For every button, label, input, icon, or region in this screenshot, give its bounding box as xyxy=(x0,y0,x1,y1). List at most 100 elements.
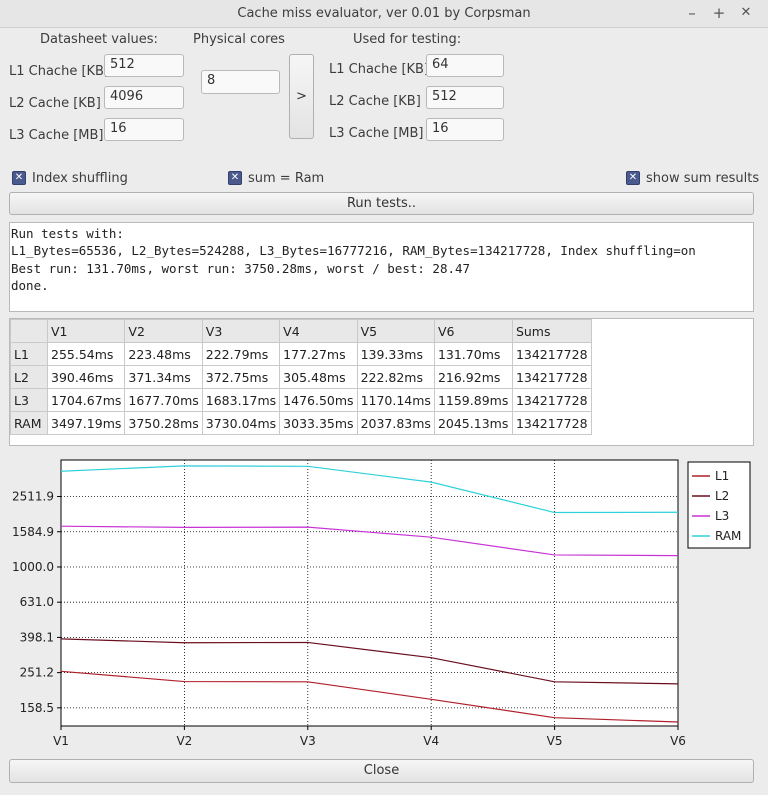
x-tick-label: V6 xyxy=(670,734,686,748)
legend-label: RAM xyxy=(715,529,741,543)
y-tick-label: 2511.9 xyxy=(12,490,54,504)
table-cell: 1170.14ms xyxy=(356,388,435,412)
row-header: L3 xyxy=(10,388,48,412)
testing-l3-input[interactable]: 16 xyxy=(426,118,504,141)
table-cell: 134217728 xyxy=(511,411,592,435)
table-cell: 134217728 xyxy=(511,388,592,412)
x-tick-label: V2 xyxy=(176,734,192,748)
table-cell: 2037.83ms xyxy=(356,411,435,435)
timing-chart: 2511.9 1584.9 1000.0 631.0 398.1 251.2 158.5 V1… xyxy=(9,453,754,753)
log-line: done. xyxy=(11,277,49,293)
x-tick-label: V4 xyxy=(423,734,439,748)
table-row[interactable]: RAM 3497.19ms 3750.28ms 3730.04ms 3033.3… xyxy=(10,411,592,435)
physical-cores-input[interactable]: 8 xyxy=(201,70,280,94)
table-cell: 1677.70ms xyxy=(124,388,203,412)
copy-values-button[interactable]: > xyxy=(289,54,314,139)
plot-area xyxy=(60,459,679,727)
table-row[interactable]: L2 390.46ms 371.34ms 372.75ms 305.48ms 2… xyxy=(10,365,592,389)
results-table: V1 V2 V3 V4 V5 V6 Sums L1 255.54ms 223.4… xyxy=(10,319,592,435)
y-tick-label: 1000.0 xyxy=(12,560,54,574)
y-tick-label: 631.0 xyxy=(20,595,54,609)
log-line: L1_Bytes=65536, L2_Bytes=524288, L3_Byte… xyxy=(11,243,696,259)
table-cell: 2045.13ms xyxy=(433,411,513,435)
minimize-button[interactable]: – xyxy=(683,4,701,22)
table-cell: 223.48ms xyxy=(124,342,203,366)
datasheet-l2-input[interactable]: 4096 xyxy=(104,86,184,109)
table-cell: 1704.67ms xyxy=(46,388,126,412)
header-cell: V1 xyxy=(46,319,126,343)
show-sum-label[interactable]: show sum results xyxy=(646,171,759,186)
table-cell: 390.46ms xyxy=(46,365,126,389)
datasheet-l1-label: L1 Chache [KB] xyxy=(9,64,110,79)
table-cell: 372.75ms xyxy=(201,365,281,389)
table-cell: 134217728 xyxy=(511,342,592,366)
physical-cores-label: Physical cores xyxy=(193,32,285,47)
table-cell: 255.54ms xyxy=(46,342,126,366)
y-tick-label: 158.5 xyxy=(20,701,54,715)
table-cell: 3750.28ms xyxy=(124,411,203,435)
x-tick-label: V5 xyxy=(547,734,563,748)
row-header: L1 xyxy=(10,342,48,366)
testing-l1-input[interactable]: 64 xyxy=(426,54,504,77)
x-tick-label: V3 xyxy=(300,734,316,748)
sum-ram-label[interactable]: sum = Ram xyxy=(248,171,324,186)
table-cell: 1683.17ms xyxy=(201,388,281,412)
x-tick-label: V1 xyxy=(53,734,69,748)
table-row[interactable]: L1 255.54ms 223.48ms 222.79ms 177.27ms 1… xyxy=(10,342,592,366)
table-header-row: V1 V2 V3 V4 V5 V6 Sums xyxy=(10,319,592,343)
timing-chart-svg: 2511.9 1584.9 1000.0 631.0 398.1 251.2 158.5 V1… xyxy=(12,459,751,748)
maximize-button[interactable]: + xyxy=(710,4,728,22)
y-tick-label: 398.1 xyxy=(20,630,54,644)
row-header: L2 xyxy=(10,365,48,389)
y-tick-label: 1584.9 xyxy=(12,525,54,539)
table-cell: 177.27ms xyxy=(279,342,358,366)
results-grid[interactable]: V1 V2 V3 V4 V5 V6 Sums L1 255.54ms 223.4… xyxy=(9,318,754,446)
table-cell: 305.48ms xyxy=(279,365,358,389)
table-cell: 216.92ms xyxy=(433,365,513,389)
y-tick-label: 251.2 xyxy=(20,666,54,680)
close-button[interactable]: Close xyxy=(9,759,754,783)
header-cell: Sums xyxy=(511,319,592,343)
header-cell: V5 xyxy=(356,319,435,343)
header-cell: V3 xyxy=(201,319,281,343)
table-cell: 3730.04ms xyxy=(201,411,281,435)
table-cell: 139.33ms xyxy=(356,342,435,366)
table-cell: 222.82ms xyxy=(356,365,435,389)
datasheet-l1-input[interactable]: 512 xyxy=(104,54,184,77)
table-cell: 3033.35ms xyxy=(279,411,358,435)
header-cell: V6 xyxy=(433,319,513,343)
testing-l3-label: L3 Cache [MB] xyxy=(329,126,424,141)
index-shuffling-label[interactable]: Index shuffling xyxy=(32,171,128,186)
run-tests-button[interactable]: Run tests.. xyxy=(9,192,754,215)
log-line: Run tests with: xyxy=(11,226,124,241)
datasheet-l3-input[interactable]: 16 xyxy=(104,118,184,141)
log-line: Best run: 131.70ms, worst run: 3750.28ms… xyxy=(11,260,471,276)
testing-l1-label: L1 Chache [KB] xyxy=(329,62,430,77)
testing-l2-input[interactable]: 512 xyxy=(426,86,504,109)
table-row[interactable]: L3 1704.67ms 1677.70ms 1683.17ms 1476.50… xyxy=(10,388,592,412)
window-title: Cache miss evaluator, ver 0.01 by Corpsm… xyxy=(237,6,531,21)
log-output[interactable]: Run tests with: L1_Bytes=65536, L2_Bytes=… xyxy=(9,222,754,312)
header-cell xyxy=(10,319,48,343)
index-shuffling-checkbox[interactable]: ✕ xyxy=(12,171,26,185)
sum-ram-checkbox[interactable]: ✕ xyxy=(228,171,242,185)
datasheet-l3-label: L3 Cache [MB] xyxy=(9,128,104,143)
header-cell: V2 xyxy=(124,319,203,343)
close-window-button[interactable]: ✕ xyxy=(737,4,755,22)
table-cell: 222.79ms xyxy=(201,342,281,366)
legend-label: L1 xyxy=(715,469,729,483)
testing-heading: Used for testing: xyxy=(353,32,462,47)
table-cell: 134217728 xyxy=(511,365,592,389)
row-header: RAM xyxy=(10,411,48,435)
table-cell: 131.70ms xyxy=(433,342,513,366)
testing-l2-label: L2 Cache [KB] xyxy=(329,94,421,109)
table-cell: 371.34ms xyxy=(124,365,203,389)
legend-label: L2 xyxy=(715,489,729,503)
legend-label: L3 xyxy=(715,509,729,523)
datasheet-l2-label: L2 Cache [KB] xyxy=(9,96,101,111)
table-cell: 1159.89ms xyxy=(433,388,513,412)
table-cell: 1476.50ms xyxy=(279,388,358,412)
table-cell: 3497.19ms xyxy=(46,411,126,435)
show-sum-checkbox[interactable]: ✕ xyxy=(626,171,640,185)
header-cell: V4 xyxy=(279,319,358,343)
